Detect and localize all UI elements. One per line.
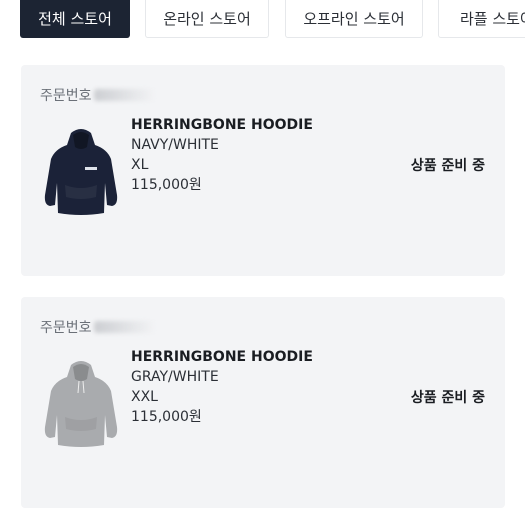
product-image[interactable] xyxy=(41,357,121,457)
order-number-label: 주문번호 xyxy=(40,320,92,336)
product-price: 115,000원 xyxy=(131,409,202,425)
tab-all-stores[interactable]: 전체 스토어 xyxy=(20,0,130,38)
store-tabs: 전체 스토어 온라인 스토어 오프라인 스토어 라플 스토어 xyxy=(0,0,525,39)
tab-offline-store[interactable]: 오프라인 스토어 xyxy=(285,0,423,38)
product-color: NAVY/WHITE xyxy=(131,137,219,153)
tab-raffle-store[interactable]: 라플 스토어 xyxy=(438,0,525,38)
product-name[interactable]: HERRINGBONE HOODIE xyxy=(131,347,313,367)
tab-online-store[interactable]: 온라인 스토어 xyxy=(145,0,269,38)
order-number-redacted xyxy=(93,321,154,333)
product-info: HERRINGBONE HOODIE NAVY/WHITE XL 115,000… xyxy=(131,115,313,195)
order-status: 상품 준비 중 xyxy=(410,158,485,174)
product-price: 115,000원 xyxy=(131,177,202,193)
product-color: GRAY/WHITE xyxy=(131,369,219,385)
order-status: 상품 준비 중 xyxy=(410,390,485,406)
product-image[interactable] xyxy=(41,125,121,225)
product-name[interactable]: HERRINGBONE HOODIE xyxy=(131,115,313,135)
product-size: XL xyxy=(131,157,149,173)
order-card[interactable]: 주문번호 HERRINGBONE HOODIE GRAY/WHITE XXL 1… xyxy=(21,297,505,508)
order-number-redacted xyxy=(93,89,154,101)
product-size: XXL xyxy=(131,389,158,405)
hoodie-icon xyxy=(44,361,118,447)
order-card[interactable]: 주문번호 HERRINGBONE HOODIE NAVY/WHITE XL 11… xyxy=(21,65,505,276)
product-info: HERRINGBONE HOODIE GRAY/WHITE XXL 115,00… xyxy=(131,347,313,427)
hoodie-icon xyxy=(44,129,118,215)
order-number-label: 주문번호 xyxy=(40,88,92,104)
